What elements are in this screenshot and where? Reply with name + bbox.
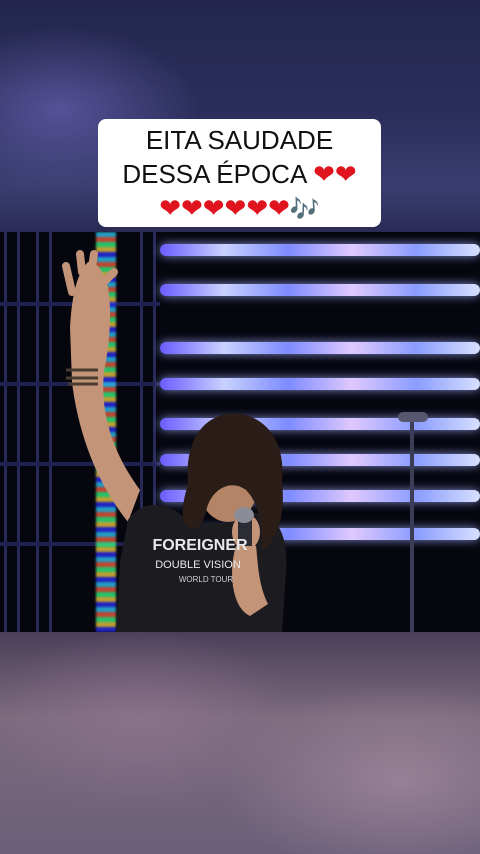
hearts-emoji: ❤❤ bbox=[313, 159, 357, 189]
music-notes-emoji: 🎶 bbox=[289, 196, 320, 223]
shirt-text-mid: DOUBLE VISION bbox=[155, 559, 241, 571]
caption-line-2: DESSA ÉPOCA ❤❤ bbox=[104, 157, 375, 191]
caption-line-2-text: DESSA ÉPOCA bbox=[122, 159, 314, 189]
shirt-text-top: FOREIGNER bbox=[152, 537, 248, 554]
caption-box: EITA SAUDADE DESSA ÉPOCA ❤❤ ❤❤❤❤❤❤🎶 bbox=[98, 119, 381, 227]
video-frame[interactable]: FOREIGNER DOUBLE VISION WORLD TOUR bbox=[0, 232, 480, 632]
shirt-text-bottom: WORLD TOUR bbox=[179, 575, 234, 584]
hearts-emoji: ❤❤❤❤❤❤ bbox=[159, 193, 290, 223]
reel-screen: EITA SAUDADE DESSA ÉPOCA ❤❤ ❤❤❤❤❤❤🎶 FORE… bbox=[0, 0, 480, 854]
caption-line-3: ❤❤❤❤❤❤🎶 bbox=[104, 191, 375, 227]
caption-line-1: EITA SAUDADE bbox=[145, 125, 334, 155]
performer-figure: FOREIGNER DOUBLE VISION WORLD TOUR bbox=[62, 250, 287, 632]
